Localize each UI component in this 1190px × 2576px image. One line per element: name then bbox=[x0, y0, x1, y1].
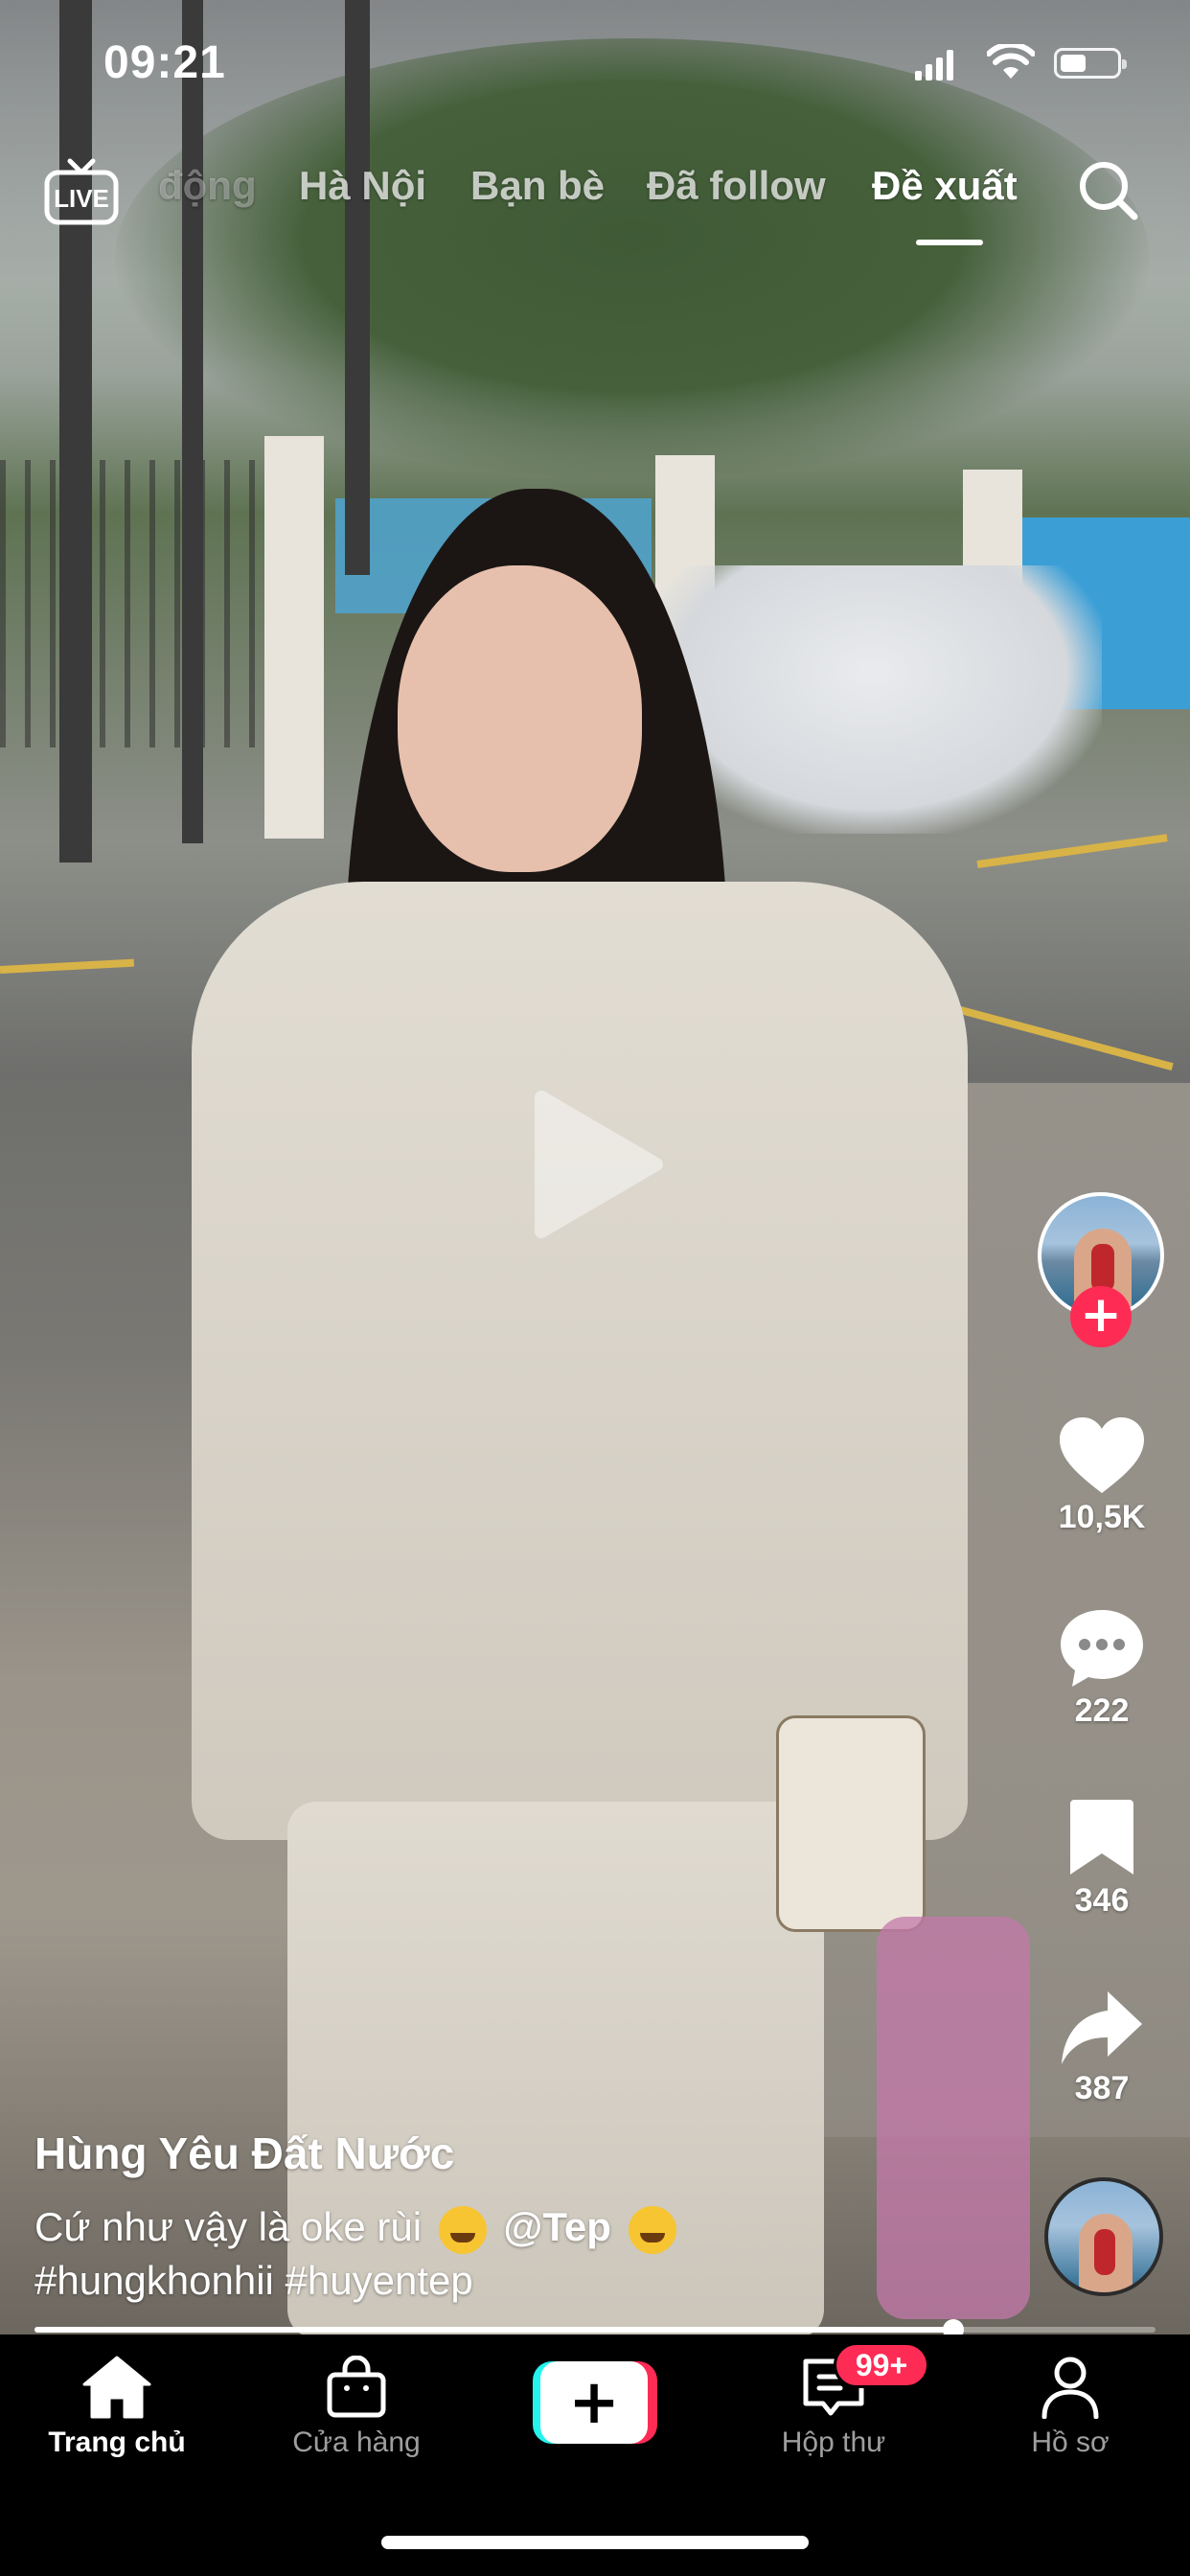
save-button[interactable]: 346 bbox=[1054, 1798, 1150, 1920]
bookmark-icon bbox=[1070, 1800, 1133, 1874]
live-label: LIVE bbox=[54, 184, 109, 213]
person-subject bbox=[163, 479, 1030, 2334]
caption-body: Cứ như vậy là oke rùi bbox=[34, 2204, 423, 2249]
active-tab-indicator bbox=[916, 240, 983, 245]
heart-icon bbox=[1060, 1417, 1144, 1493]
battery-cap bbox=[1122, 59, 1127, 69]
video-caption: Hùng Yêu Đất Nước Cứ như vậy là oke rùi … bbox=[34, 2128, 993, 2308]
play-icon[interactable] bbox=[532, 1088, 666, 1241]
road-marking bbox=[0, 958, 135, 974]
pajama-top bbox=[192, 882, 968, 1840]
tab-de-xuat[interactable]: Đề xuất bbox=[872, 163, 1018, 209]
comment-icon bbox=[1061, 1610, 1143, 1687]
mention-link[interactable]: @Tep bbox=[503, 2204, 611, 2249]
face bbox=[398, 565, 642, 872]
create-plus-icon: + bbox=[568, 2367, 620, 2438]
status-time: 09:21 bbox=[103, 37, 226, 88]
tab-ban-be[interactable]: Bạn bè bbox=[470, 163, 605, 209]
share-count: 387 bbox=[1074, 2070, 1130, 2106]
create-button[interactable]: + bbox=[533, 2361, 657, 2444]
like-button[interactable]: 10,5K bbox=[1054, 1416, 1150, 1536]
video-progress-bar[interactable] bbox=[34, 2319, 1156, 2340]
save-count: 346 bbox=[1074, 1882, 1130, 1919]
tab-shop-label: Cửa hàng bbox=[292, 2426, 421, 2458]
tab-home[interactable]: Trang chủ bbox=[21, 2356, 213, 2459]
tab-inbox-label: Hộp thư bbox=[781, 2426, 886, 2458]
follow-button[interactable]: + bbox=[1070, 1286, 1132, 1347]
progress-fill bbox=[34, 2327, 954, 2333]
like-count: 10,5K bbox=[1058, 1499, 1146, 1535]
bottom-tab-bar: Trang chủ Cửa hàng + Hộp thư 99+ Hồ sơ bbox=[0, 2334, 1190, 2576]
avatar-mark bbox=[1091, 1244, 1114, 1292]
tab-da-follow[interactable]: Đã follow bbox=[647, 163, 826, 209]
tab-profile-label: Hồ sơ bbox=[1031, 2426, 1110, 2458]
hashtags[interactable]: #hungkhonhii #huyentep bbox=[34, 2258, 473, 2303]
search-icon[interactable] bbox=[1077, 159, 1140, 222]
battery-level bbox=[1061, 55, 1086, 72]
home-icon bbox=[82, 2356, 151, 2419]
wifi-icon bbox=[987, 44, 1035, 79]
cellular-signal-icon bbox=[915, 50, 953, 80]
handbag bbox=[776, 1715, 926, 1932]
tab-home-label: Trang chủ bbox=[48, 2426, 186, 2458]
music-disc[interactable] bbox=[1044, 2177, 1163, 2296]
comment-button[interactable]: 222 bbox=[1054, 1608, 1150, 1730]
yawn-emoji-icon bbox=[628, 2205, 676, 2254]
live-icon[interactable]: LIVE bbox=[43, 153, 120, 230]
share-button[interactable]: 387 bbox=[1054, 1990, 1150, 2107]
tab-profile[interactable]: Hồ sơ bbox=[974, 2356, 1166, 2459]
tab-dong[interactable]: động bbox=[158, 163, 257, 209]
tab-ha-noi[interactable]: Hà Nội bbox=[299, 163, 426, 209]
caption-text[interactable]: Cứ như vậy là oke rùi @Tep #hungkhonhii … bbox=[34, 2200, 993, 2308]
shop-bag-icon bbox=[327, 2356, 386, 2418]
disc-mark bbox=[1094, 2229, 1115, 2275]
comment-count: 222 bbox=[1074, 1692, 1130, 1729]
tab-shop[interactable]: Cửa hàng bbox=[261, 2356, 452, 2459]
author-name[interactable]: Hùng Yêu Đất Nước bbox=[34, 2128, 993, 2179]
share-arrow-icon bbox=[1062, 1991, 1142, 2064]
battery-icon bbox=[1054, 48, 1127, 79]
utility-pole bbox=[59, 0, 92, 862]
status-bar: 09:21 bbox=[0, 0, 1190, 125]
feed-tabs: LIVE động Hà Nội Bạn bè Đã follow Đề xuấ… bbox=[0, 153, 1190, 259]
home-indicator bbox=[381, 2536, 809, 2549]
inbox-badge: 99+ bbox=[834, 2342, 929, 2388]
grin-emoji-icon bbox=[438, 2205, 487, 2254]
profile-icon bbox=[1041, 2357, 1099, 2419]
